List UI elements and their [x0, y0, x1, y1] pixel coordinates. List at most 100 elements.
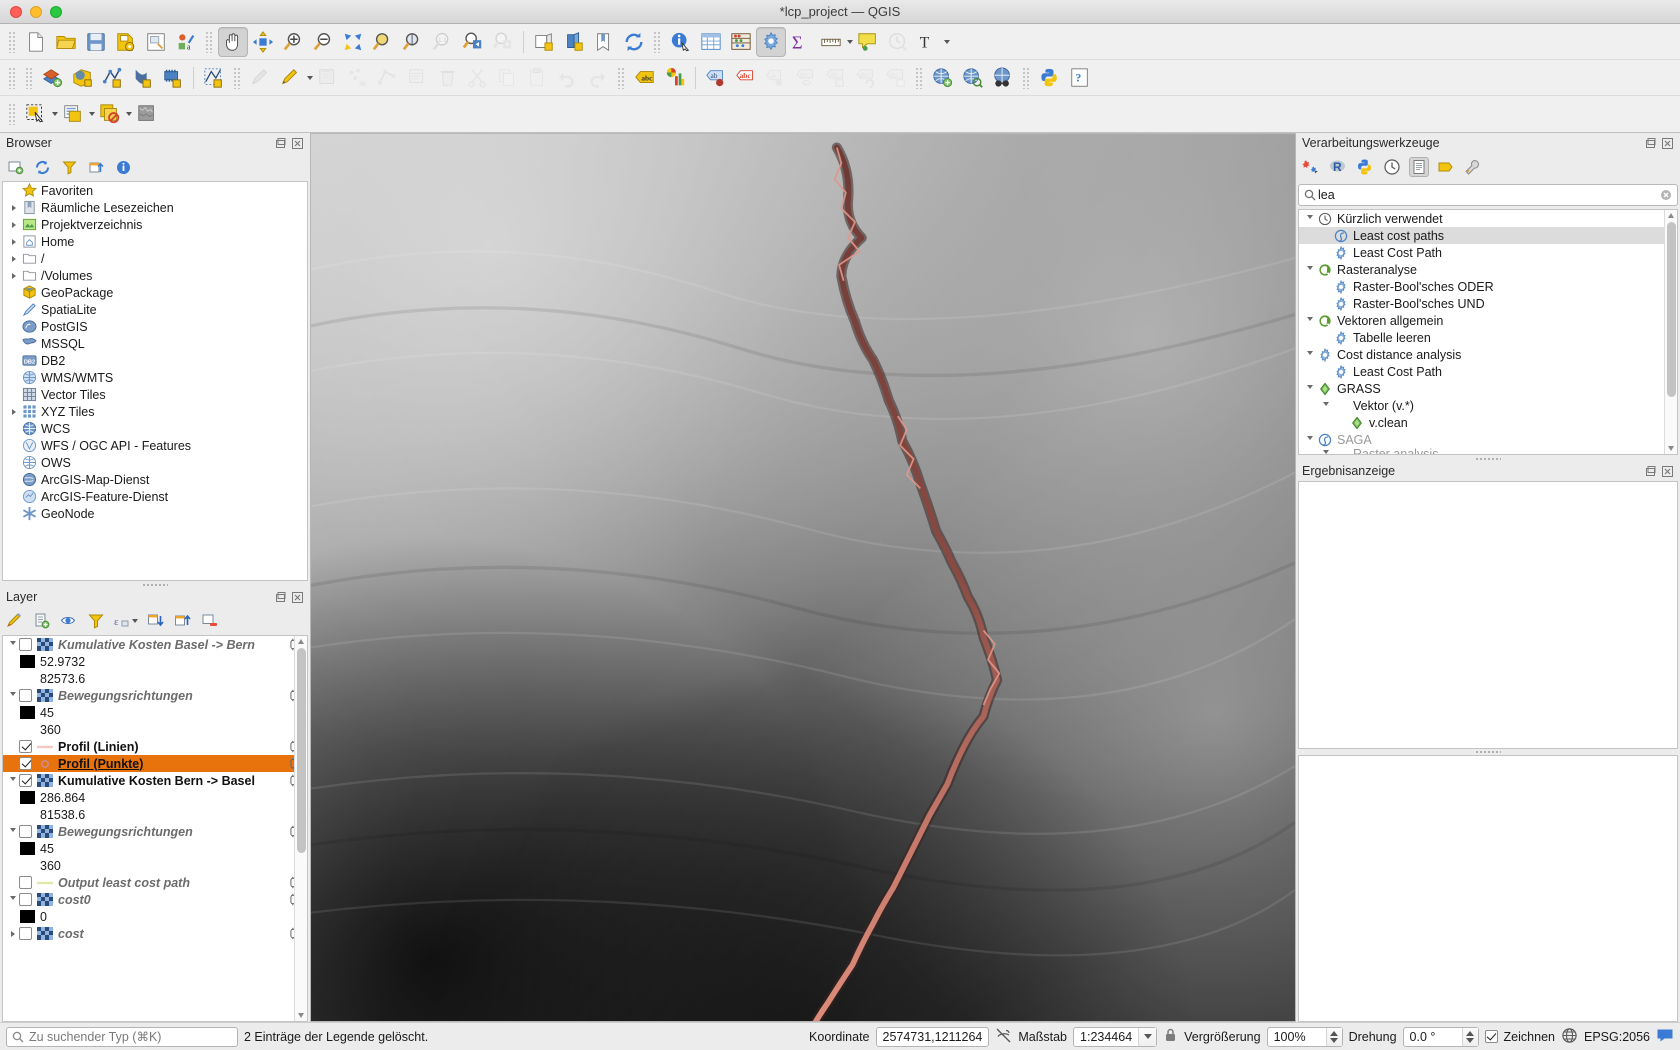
- undock-icon[interactable]: [1644, 465, 1657, 478]
- manage-layer-visibility-icon[interactable]: [59, 611, 79, 631]
- layer-visibility-checkbox[interactable]: [19, 740, 32, 753]
- rotate-label-icon[interactable]: abc: [851, 63, 881, 93]
- browser-item-wms-wmts[interactable]: WMS/WMTS: [3, 369, 307, 386]
- layer-item-output-least-cost-path[interactable]: Output least cost path: [3, 874, 307, 891]
- undock-icon[interactable]: [1644, 137, 1657, 150]
- processing-item[interactable]: Vektoren allgemein: [1299, 312, 1677, 329]
- diagram-icon[interactable]: [660, 63, 690, 93]
- layer-item-profil-punkte[interactable]: Profil (Punkte): [3, 755, 307, 772]
- zoom-next-icon[interactable]: [488, 27, 518, 57]
- browser-item-geopackage[interactable]: GeoPackage: [3, 284, 307, 301]
- temporal-controller-icon[interactable]: [883, 27, 913, 57]
- measure-line-icon[interactable]: [816, 27, 846, 57]
- bookmarks-icon[interactable]: [589, 27, 619, 57]
- layer-item-bewegungsrichtungen[interactable]: Bewegungsrichtungen: [3, 823, 307, 840]
- layer-item-cost[interactable]: cost: [3, 925, 307, 942]
- browser-item-arcgis-map-dienst[interactable]: ArcGIS-Map-Dienst: [3, 471, 307, 488]
- osm-place-search-icon[interactable]: [988, 63, 1018, 93]
- expand-arrow-icon[interactable]: [7, 204, 20, 211]
- layer-item-kumulative-kosten-bern-basel[interactable]: Kumulative Kosten Bern -> Basel: [3, 772, 307, 789]
- redo-icon[interactable]: [583, 63, 613, 93]
- edit-model-icon[interactable]: [1436, 157, 1456, 177]
- refresh-icon[interactable]: [32, 157, 52, 177]
- expand-arrow-icon[interactable]: [1303, 351, 1316, 358]
- save-project-as-icon[interactable]: [111, 27, 141, 57]
- layer-styling-panel-icon[interactable]: [5, 611, 25, 631]
- help-icon[interactable]: ?: [1065, 63, 1095, 93]
- zoom-last-icon[interactable]: [458, 27, 488, 57]
- label-icon[interactable]: abc: [630, 63, 660, 93]
- expand-arrow-icon[interactable]: [7, 408, 20, 415]
- georeferencer-icon[interactable]: [132, 99, 162, 129]
- edit-pencil-icon[interactable]: [276, 63, 306, 93]
- remove-layer-icon[interactable]: [200, 611, 220, 631]
- open-project-icon[interactable]: [51, 27, 81, 57]
- layer-visibility-checkbox[interactable]: [19, 757, 32, 770]
- zoom-in-icon[interactable]: [278, 27, 308, 57]
- processing-item[interactable]: SAGA: [1299, 431, 1677, 448]
- zoom-full-icon[interactable]: [338, 27, 368, 57]
- browser-item-geonode[interactable]: GeoNode: [3, 505, 307, 522]
- new-project-icon[interactable]: [21, 27, 51, 57]
- browser-item-home[interactable]: Home: [3, 233, 307, 250]
- identify-features-icon[interactable]: [666, 27, 696, 57]
- close-icon[interactable]: [291, 591, 304, 604]
- python-console-icon[interactable]: [1035, 63, 1065, 93]
- browser-item-[interactable]: /: [3, 250, 307, 267]
- expand-arrow-icon[interactable]: [6, 777, 19, 784]
- save-layer-edits-icon[interactable]: [313, 63, 343, 93]
- select-by-expression-icon[interactable]: [58, 99, 88, 129]
- processing-item[interactable]: Least Cost Path: [1299, 363, 1677, 380]
- filter-legend-icon[interactable]: [86, 611, 106, 631]
- processing-item[interactable]: Least cost paths: [1299, 227, 1677, 244]
- expand-arrow-icon[interactable]: [1303, 266, 1316, 273]
- processing-item[interactable]: Rasteranalyse: [1299, 261, 1677, 278]
- scrollbar-thumb[interactable]: [297, 648, 306, 853]
- results-viewer-icon[interactable]: [1409, 157, 1429, 177]
- copy-features-icon[interactable]: [493, 63, 523, 93]
- add-group-icon[interactable]: [32, 611, 52, 631]
- move-label-2-icon[interactable]: abc: [821, 63, 851, 93]
- layer-visibility-checkbox[interactable]: [19, 893, 32, 906]
- toggle-extents-icon[interactable]: [995, 1027, 1012, 1047]
- scale-combo[interactable]: 1:234464: [1073, 1026, 1158, 1047]
- processing-item[interactable]: Least Cost Path: [1299, 244, 1677, 261]
- field-calculator-icon[interactable]: Σ: [786, 27, 816, 57]
- messages-icon[interactable]: [1656, 1028, 1674, 1046]
- filter-legend-expression-icon[interactable]: ε: [113, 611, 139, 631]
- processing-item[interactable]: Raster analysis: [1299, 448, 1677, 454]
- expand-arrow-icon[interactable]: [7, 272, 20, 279]
- pin-label-icon[interactable]: ab: [761, 63, 791, 93]
- browser-item-projektverzeichnis[interactable]: Projektverzeichnis: [3, 216, 307, 233]
- expand-arrow-icon[interactable]: [7, 238, 20, 245]
- undo-icon[interactable]: [553, 63, 583, 93]
- layer-visibility-checkbox[interactable]: [19, 927, 32, 940]
- close-icon[interactable]: [1661, 137, 1674, 150]
- toggle-editing-icon[interactable]: [246, 63, 276, 93]
- processing-item[interactable]: Vektor (v.*): [1299, 397, 1677, 414]
- new-3d-map-view-icon[interactable]: [559, 27, 589, 57]
- layers-scrollbar[interactable]: [294, 636, 307, 1021]
- browser-item-volumes[interactable]: /Volumes: [3, 267, 307, 284]
- browser-item-r-umliche-lesezeichen[interactable]: Räumliche Lesezeichen: [3, 199, 307, 216]
- lock-scale-icon[interactable]: [1163, 1027, 1178, 1046]
- zoom-layer-icon[interactable]: [398, 27, 428, 57]
- crs-icon[interactable]: [1561, 1027, 1578, 1047]
- toolbar-grip[interactable]: [205, 30, 214, 53]
- layer-visibility-checkbox[interactable]: [19, 825, 32, 838]
- render-checkbox[interactable]: [1484, 1030, 1498, 1043]
- add-raster-layer-icon[interactable]: [128, 63, 158, 93]
- expand-arrow-icon[interactable]: [1303, 215, 1316, 222]
- models-icon[interactable]: [1301, 157, 1321, 177]
- processing-item[interactable]: Cost distance analysis: [1299, 346, 1677, 363]
- options-icon[interactable]: [1463, 157, 1483, 177]
- move-label-icon[interactable]: ab: [701, 63, 731, 93]
- new-shapefile-icon[interactable]: [199, 63, 229, 93]
- paste-features-icon[interactable]: [523, 63, 553, 93]
- history-icon[interactable]: [1382, 157, 1402, 177]
- select-features-icon[interactable]: [21, 99, 51, 129]
- rotation-stepper[interactable]: [1461, 1027, 1478, 1046]
- expand-arrow-icon[interactable]: [6, 896, 19, 903]
- magnifier-stepper[interactable]: [1325, 1027, 1342, 1046]
- toolbar-grip[interactable]: [653, 30, 662, 53]
